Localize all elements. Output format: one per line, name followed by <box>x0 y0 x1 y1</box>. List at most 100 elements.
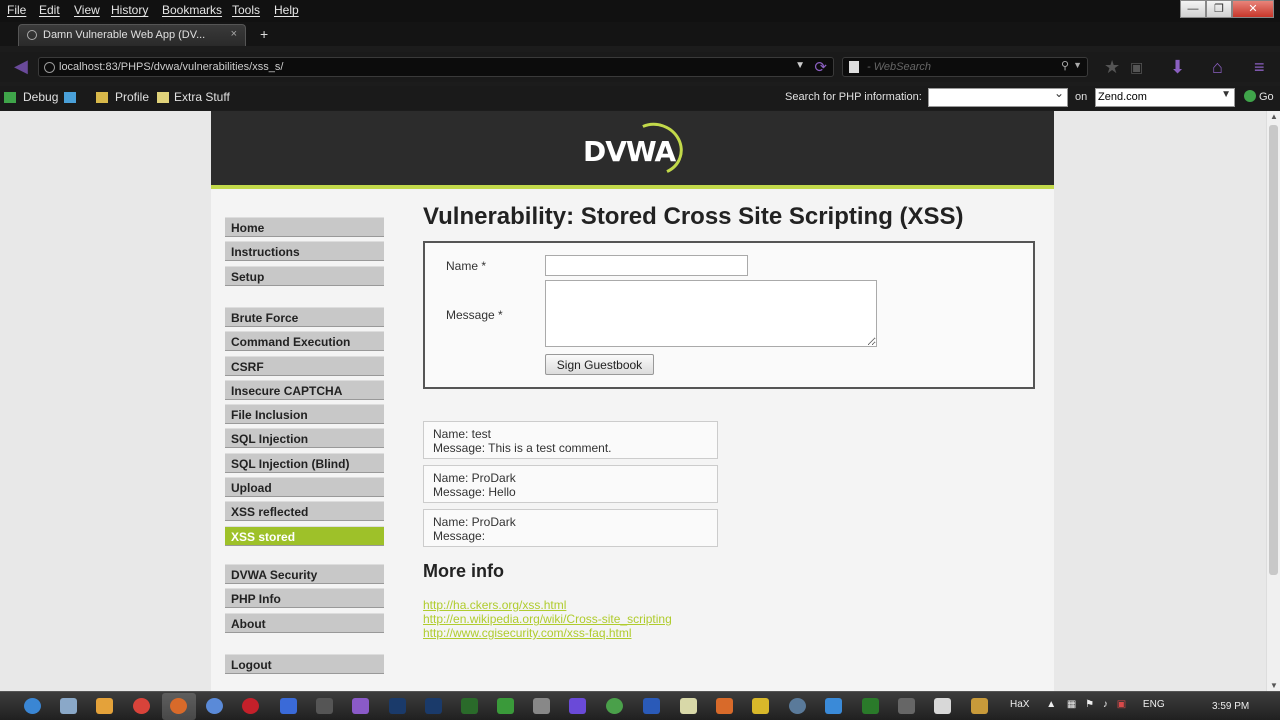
debug-menu[interactable]: Debug <box>23 90 58 104</box>
vertical-scrollbar[interactable]: ▲ ▼ <box>1266 111 1280 691</box>
sidebar-item-instructions[interactable]: Instructions <box>225 241 384 262</box>
spreadsheet-icon[interactable] <box>862 698 879 714</box>
link-cgisecurity[interactable]: http://www.cgisecurity.com/xss-faq.html <box>423 626 632 640</box>
notepad-plus-icon[interactable] <box>461 698 478 714</box>
site-select[interactable]: Zend.com ▼ <box>1095 88 1235 107</box>
restore-button[interactable]: ❐ <box>1206 0 1232 18</box>
link-ha-ckers[interactable]: http://ha.ckers.org/xss.html <box>423 598 566 612</box>
language-indicator[interactable]: ENG <box>1143 699 1165 710</box>
globe-app-icon[interactable] <box>789 698 806 714</box>
minimize-button[interactable]: — <box>1180 0 1206 18</box>
sidebar-item-xss-reflected[interactable]: XSS reflected <box>225 501 384 522</box>
app-menu-icon[interactable]: ≡ <box>1254 56 1265 78</box>
tab-strip: Damn Vulnerable Web App (DV... × <box>0 22 1280 46</box>
tab-dvwa[interactable]: Damn Vulnerable Web App (DV... × <box>18 24 246 46</box>
sidebar-item-csrf[interactable]: CSRF <box>225 355 384 376</box>
firefox-icon[interactable] <box>170 698 187 714</box>
sidebar-item-command-execution[interactable]: Command Execution <box>225 331 384 352</box>
home-icon[interactable]: ⌂ <box>1212 56 1223 78</box>
magnifier-icon[interactable]: ⚲ <box>1061 59 1069 72</box>
sidebar-item-xss-stored[interactable]: XSS stored <box>225 525 384 546</box>
excel-icon[interactable] <box>497 698 514 714</box>
explorer-icon[interactable] <box>60 698 77 714</box>
scrollbar-thumb[interactable] <box>1269 125 1278 575</box>
link-wikipedia[interactable]: http://en.wikipedia.org/wiki/Cross-site_… <box>423 612 672 626</box>
new-tab-button[interactable]: + <box>260 26 268 42</box>
search-dropdown-icon[interactable]: ▼ <box>1073 60 1082 70</box>
refresh-app-icon[interactable] <box>606 698 623 714</box>
shield-icon[interactable] <box>280 698 297 714</box>
scroll-up-icon[interactable]: ▲ <box>1270 112 1278 121</box>
sidebar-item-php-info[interactable]: PHP Info <box>225 588 384 609</box>
page-icon[interactable]: ▣ <box>1130 56 1143 78</box>
flag-icon[interactable]: ⚑ <box>1085 699 1094 710</box>
sidebar-item-setup[interactable]: Setup <box>225 265 384 286</box>
guestbook-entry: Name: ProDark Message: Hello <box>423 465 718 503</box>
close-window-button[interactable]: ✕ <box>1232 0 1274 18</box>
message-field[interactable] <box>545 280 877 347</box>
sign-guestbook-button[interactable]: Sign Guestbook <box>545 354 654 375</box>
sidebar-item-logout[interactable]: Logout <box>225 654 384 674</box>
speaker-icon[interactable]: ♪ <box>1103 699 1108 710</box>
visual-studio-icon[interactable] <box>352 698 369 714</box>
notes-icon[interactable] <box>680 698 697 714</box>
network-icon[interactable] <box>206 698 223 714</box>
clock[interactable]: 3:59 PM <box>1212 701 1249 712</box>
sidebar-item-brute-force[interactable]: Brute Force <box>225 307 384 327</box>
php-search-input[interactable] <box>928 86 1068 107</box>
sidebar-item-home[interactable]: Home <box>225 217 384 237</box>
folder-icon[interactable] <box>971 698 988 714</box>
archive-icon[interactable] <box>716 698 733 714</box>
menu-file[interactable]: File <box>7 3 26 17</box>
sidebar-item-insecure-captcha[interactable]: Insecure CAPTCHA <box>225 379 384 400</box>
back-arrow-icon[interactable]: ◀ <box>14 57 36 77</box>
tray-hax-label[interactable]: HaX <box>1010 699 1029 710</box>
sidebar-item-dvwa-security[interactable]: DVWA Security <box>225 564 384 584</box>
vs-code-icon[interactable] <box>569 698 586 714</box>
download-arrow-icon[interactable]: ⬇ <box>1170 56 1185 78</box>
start-button-icon[interactable] <box>24 698 41 714</box>
photoshop-icon[interactable] <box>389 698 406 714</box>
sidebar-item-file-inclusion[interactable]: File Inclusion <box>225 404 384 425</box>
profile-menu[interactable]: Profile <box>115 90 149 104</box>
paint-icon[interactable] <box>934 698 951 714</box>
profile-icon <box>96 92 108 103</box>
menu-edit[interactable]: Edit <box>39 3 60 17</box>
terminal-icon[interactable] <box>316 698 333 714</box>
go-button[interactable]: Go <box>1244 90 1274 103</box>
menu-bookmarks[interactable]: Bookmarks <box>162 3 222 17</box>
photoshop-alt-icon[interactable] <box>425 698 442 714</box>
menu-help[interactable]: Help <box>274 3 299 17</box>
tray-apps-icon[interactable]: ▦ <box>1067 699 1076 710</box>
sidebar-item-sql-injection-blind[interactable]: SQL Injection (Blind) <box>225 452 384 473</box>
sidebar-item-about[interactable]: About <box>225 612 384 633</box>
globe-icon <box>44 62 55 73</box>
name-field[interactable] <box>545 255 748 276</box>
mail-icon[interactable] <box>825 698 842 714</box>
sidebar-item-upload[interactable]: Upload <box>225 477 384 498</box>
word-icon[interactable] <box>643 698 660 714</box>
tray-expand-icon[interactable]: ▲ <box>1046 699 1056 710</box>
extra-stuff-menu[interactable]: Extra Stuff <box>174 90 230 104</box>
history-dropdown-icon[interactable]: ▼ <box>795 60 805 71</box>
menu-tools[interactable]: Tools <box>232 3 260 17</box>
web-search-box[interactable]: - WebSearch ⚲ ▼ <box>842 57 1088 77</box>
tools-icon[interactable] <box>533 698 550 714</box>
screen-icon[interactable] <box>64 92 76 103</box>
power-icon[interactable]: ▣ <box>1117 699 1126 710</box>
settings-icon[interactable] <box>898 698 915 714</box>
entry-message: Message: Hello <box>433 485 516 499</box>
menu-history[interactable]: History <box>111 3 148 17</box>
chrome-icon[interactable] <box>133 698 150 714</box>
media-player-icon[interactable] <box>96 698 113 714</box>
scroll-down-icon[interactable]: ▼ <box>1270 681 1278 690</box>
main-content: Vulnerability: Stored Cross Site Scripti… <box>423 203 1043 640</box>
bookmark-star-icon[interactable]: ★ <box>1104 56 1120 78</box>
sidebar-item-sql-injection[interactable]: SQL Injection <box>225 428 384 449</box>
menu-view[interactable]: View <box>74 3 100 17</box>
bolt-icon[interactable] <box>752 698 769 714</box>
opera-icon[interactable] <box>242 698 259 714</box>
reload-icon[interactable]: ⟳ <box>814 58 827 76</box>
tab-close-icon[interactable]: × <box>231 28 237 40</box>
address-bar[interactable]: localhost:83/PHPS/dvwa/vulnerabilities/x… <box>38 57 834 77</box>
